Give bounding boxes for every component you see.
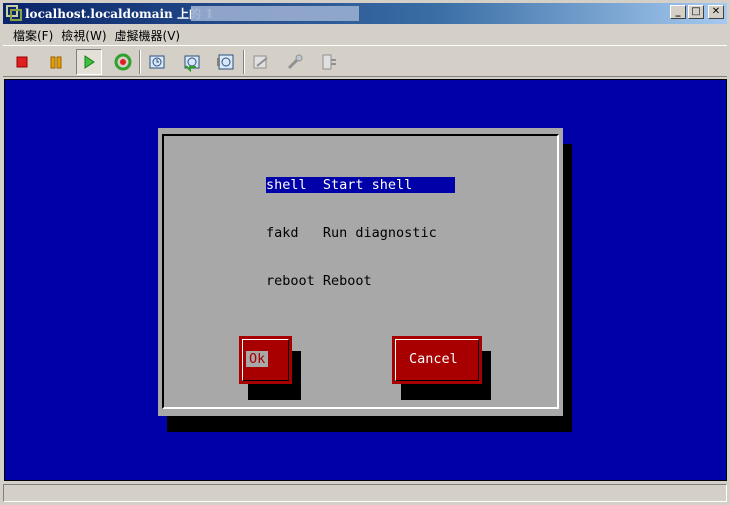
pause-button[interactable] <box>43 49 69 75</box>
play-icon <box>84 55 95 69</box>
reset-icon <box>114 53 132 71</box>
cancel-button-label: Cancel <box>409 351 458 367</box>
vm-settings-button[interactable] <box>248 49 274 75</box>
snapshot-manager-icon <box>217 54 234 70</box>
vm-connect-button[interactable] <box>316 49 342 75</box>
pause-icon <box>50 56 62 68</box>
reset-button[interactable] <box>110 49 136 75</box>
menu-view[interactable]: 檢視(W) <box>61 27 106 44</box>
snapshot-icon <box>149 55 165 69</box>
menu-bar: 檔案(F) 檢視(W) 虛擬機器(V) <box>3 26 727 44</box>
maximize-button[interactable]: □ <box>688 5 704 19</box>
ok-button[interactable]: Ok <box>239 336 292 384</box>
boot-option-shell[interactable]: shell Start shell <box>266 177 455 193</box>
menu-file[interactable]: 檔案(F) <box>13 27 53 44</box>
boot-option-fakd[interactable]: fakd Run diagnostic <box>266 225 455 241</box>
revert-snapshot-icon <box>184 55 200 72</box>
ok-button-label: Ok <box>246 351 269 367</box>
boot-options-list: shell Start shell fakd Run diagnostic re… <box>266 145 455 305</box>
window-title: localhost.localdomain 上的 1 <box>25 7 214 21</box>
close-button[interactable]: ✕ <box>708 5 724 19</box>
power-on-button[interactable] <box>76 49 102 75</box>
menu-vm[interactable]: 虛擬機器(V) <box>115 27 181 44</box>
revert-snapshot-button[interactable] <box>179 49 205 75</box>
stop-icon <box>16 56 28 68</box>
minimize-button[interactable]: _ <box>670 5 686 19</box>
title-bar[interactable]: localhost.localdomain 上的 1 _ □ ✕ <box>0 0 730 26</box>
cancel-button[interactable]: Cancel <box>392 336 482 384</box>
toolbar <box>3 45 727 77</box>
boot-option-reboot[interactable]: reboot Reboot <box>266 273 455 289</box>
vm-tools-icon <box>287 54 303 70</box>
vm-connect-icon <box>322 54 336 70</box>
status-bar <box>3 484 727 502</box>
take-snapshot-button[interactable] <box>144 49 170 75</box>
vm-app-icon <box>6 5 22 21</box>
vm-settings-icon <box>253 55 268 69</box>
title-redacted-region <box>191 6 359 21</box>
vm-tools-button[interactable] <box>282 49 308 75</box>
stop-button[interactable] <box>9 49 35 75</box>
snapshot-manager-button[interactable] <box>213 49 239 75</box>
